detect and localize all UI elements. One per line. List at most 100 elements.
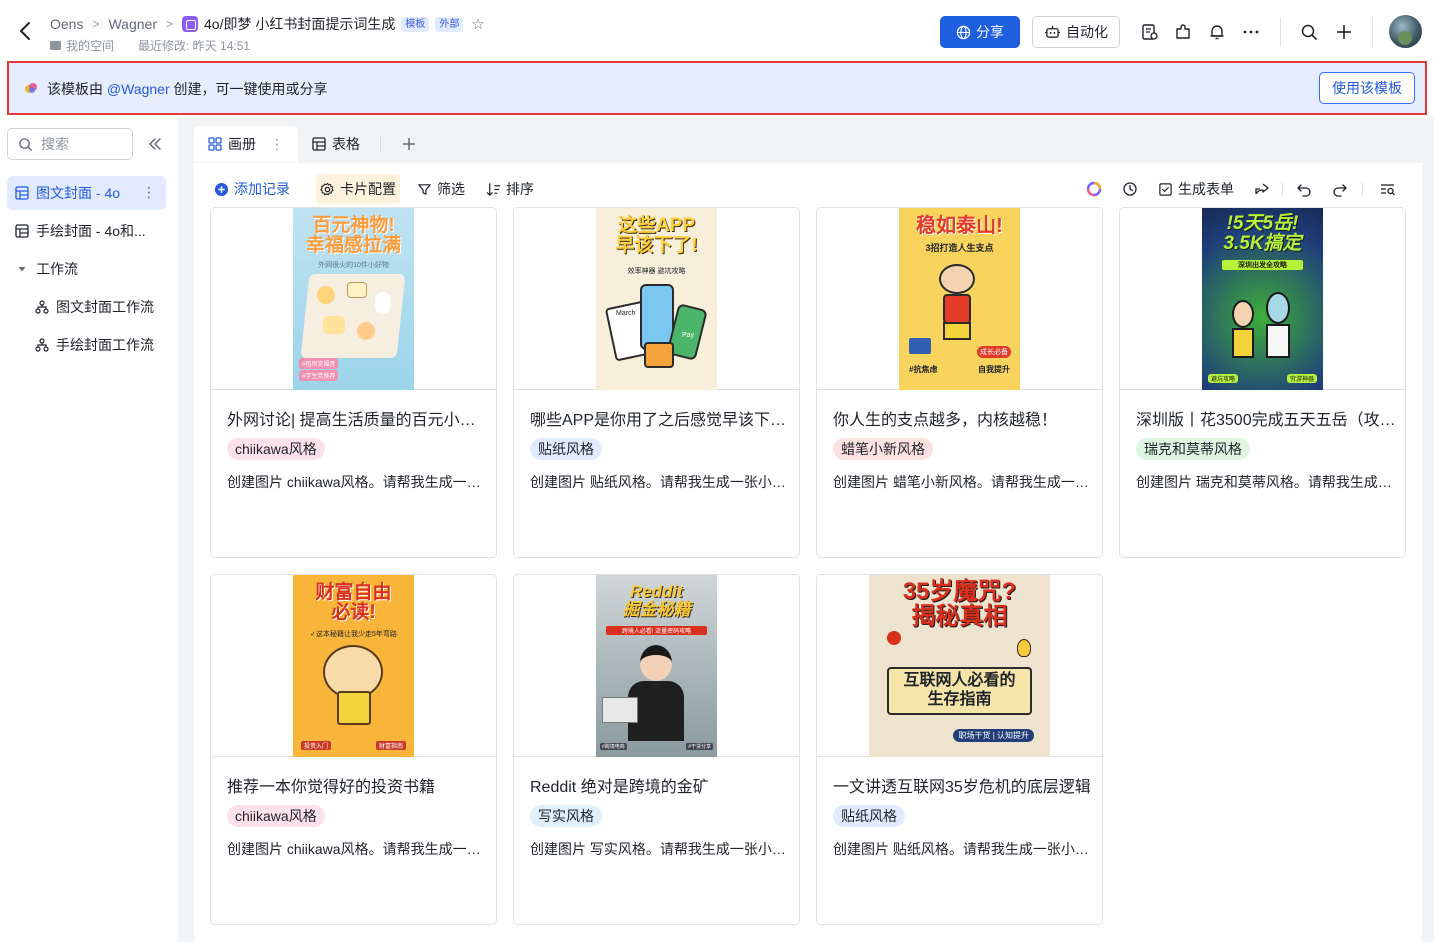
cover-image: 这些APP 早该下了! 效率神器 避坑攻略 March Pay <box>596 208 717 390</box>
folder-icon <box>50 41 61 50</box>
table-icon <box>15 186 29 200</box>
poster-item <box>1232 328 1254 358</box>
more-icon[interactable] <box>1241 22 1261 42</box>
sidebar-item-workflow-group[interactable]: 工作流 <box>7 252 166 286</box>
poster-item <box>602 697 638 723</box>
add-record-label: 添加记录 <box>234 181 290 197</box>
card-description: 创建图片 写实风格。请帮我生成一张小红书封面图 <box>530 841 788 857</box>
breadcrumb-root[interactable]: Oens <box>50 16 83 32</box>
document-title[interactable]: 4o/即梦 小红书封面提示词生成 <box>204 14 395 34</box>
card-title: Reddit 绝对是跨境的金矿 <box>530 779 709 796</box>
search-icon <box>19 137 32 151</box>
banner-suffix: 创建，可一键使用或分享 <box>169 81 328 97</box>
filter-button[interactable]: 筛选 <box>413 174 469 204</box>
lightbulb-icon <box>1017 639 1031 657</box>
external-badge: 外部 <box>435 16 464 32</box>
sidebar-item-handdrawn-cover[interactable]: 手绘封面 - 4o和... <box>7 214 166 248</box>
gallery-card[interactable]: 百元神物! 幸福感拉满 外网很火的10件小好物 #租房党福音 #学生党推荐 外网… <box>210 207 497 558</box>
add-record-button[interactable]: 添加记录 <box>210 174 294 204</box>
tab-label: 表格 <box>332 136 360 152</box>
poster-tag: March <box>616 310 636 317</box>
poster-title: 这些APP 早该下了! <box>615 215 698 256</box>
back-arrow-icon[interactable] <box>16 20 36 42</box>
poster-tag: 穷游神器 <box>1286 374 1317 383</box>
search-records-icon[interactable] <box>1378 179 1398 199</box>
plus-icon[interactable] <box>1334 22 1354 42</box>
poster-subtitle: 外网很火的10件小好物 <box>318 262 389 269</box>
gallery-panel: 添加记录 卡片配置 筛选 排序 生成表单 百元神物! 幸福感拉满 外网很火的10… <box>194 163 1422 942</box>
card-config-button[interactable]: 卡片配置 <box>316 174 400 204</box>
cover-image: 35岁魔咒? 揭秘真相 互联网人必看的 生存指南 职场干货 | 认知提升 <box>869 575 1050 757</box>
redo-icon[interactable] <box>1330 179 1350 199</box>
filter-label: 筛选 <box>437 181 465 197</box>
table-icon <box>15 224 29 238</box>
tab-table[interactable]: 表格 <box>298 126 374 162</box>
cover-image: Reddit 掘金秘籍 跨境人必看! 流量密码攻略 #跨境电商 #干货分享 <box>596 575 717 757</box>
pushpin-icon <box>887 631 901 645</box>
add-view-plus-icon[interactable] <box>395 130 423 158</box>
sidebar-item-text-cover-workflow[interactable]: 图文封面工作流 <box>7 290 166 324</box>
space-link[interactable]: 我的空间 <box>66 37 114 54</box>
bell-icon[interactable] <box>1207 22 1227 42</box>
tab-gallery[interactable]: 画册 ⋮ <box>194 126 298 162</box>
card-cover: 财富自由 必读! ✓这本秘籍让我少走5年弯路 投资入门 财富指南 <box>211 575 496 757</box>
sidebar-item-cover-4o[interactable]: 图文封面 - 4o ⋮ <box>7 176 166 210</box>
breadcrumb: Oens > Wagner > 4o/即梦 小红书封面提示词生成 模板 外部 ☆ <box>50 14 485 34</box>
gallery-card[interactable]: 财富自由 必读! ✓这本秘籍让我少走5年弯路 投资入门 财富指南 推荐一本你觉得… <box>210 574 497 925</box>
style-tag: 贴纸风格 <box>530 438 602 460</box>
more-vertical-icon[interactable]: ⋮ <box>142 184 156 201</box>
poster-illustration <box>1232 300 1254 328</box>
doc-info-icon[interactable] <box>1140 22 1160 42</box>
sidebar-item-label: 图文封面工作流 <box>56 299 154 315</box>
sort-button[interactable]: 排序 <box>482 174 538 204</box>
automation-button[interactable]: 自动化 <box>1032 16 1120 48</box>
undo-icon[interactable] <box>1294 179 1314 199</box>
template-banner: 该模板由 @Wagner 创建，可一键使用或分享 使用该模板 <box>7 61 1427 115</box>
sidebar-item-label: 手绘封面工作流 <box>56 337 154 353</box>
avatar[interactable] <box>1389 15 1422 48</box>
sidebar-item-handdrawn-workflow[interactable]: 手绘封面工作流 <box>7 328 166 362</box>
cover-image: !5天5岳! 3.5K搞定 深圳出发全攻略 避坑攻略 穷游神器 <box>1202 208 1323 390</box>
gallery-card[interactable]: 这些APP 早该下了! 效率神器 避坑攻略 March Pay 哪些APP是你用… <box>513 207 800 558</box>
search-placeholder: 搜索 <box>41 136 69 152</box>
base-doc-icon <box>182 16 199 32</box>
sidebar-item-label: 手绘封面 - 4o和... <box>36 223 146 239</box>
collapse-sidebar-icon[interactable] <box>146 135 164 153</box>
generate-form-button[interactable]: 生成表单 <box>1154 174 1238 204</box>
poster-tag: #租房党福音 <box>299 358 339 369</box>
search-icon[interactable] <box>1299 22 1319 42</box>
star-icon[interactable]: ☆ <box>471 15 484 33</box>
poster-item <box>323 316 345 334</box>
card-cover: !5天5岳! 3.5K搞定 深圳出发全攻略 避坑攻略 穷游神器 <box>1120 208 1405 390</box>
template-logo-icon <box>25 83 37 93</box>
ai-assistant-icon[interactable] <box>1084 179 1104 199</box>
style-tag: 瑞克和莫蒂风格 <box>1136 438 1250 460</box>
share-button[interactable]: 分享 <box>940 16 1020 48</box>
use-template-button[interactable]: 使用该模板 <box>1319 72 1415 104</box>
sort-icon <box>486 182 501 196</box>
gallery-card[interactable]: 稳如泰山! 3招打造人生支点 成长必备 #抗焦虑 自我提升 你人生的支点越多，内… <box>816 207 1103 558</box>
sidebar: 搜索 图文封面 - 4o ⋮ 手绘封面 - 4o和... 工作流 图文封面工作流… <box>0 118 178 942</box>
card-title: 推荐一本你觉得好的投资书籍 <box>227 779 436 796</box>
gallery-card[interactable]: !5天5岳! 3.5K搞定 深圳出发全攻略 避坑攻略 穷游神器 深圳版丨花350… <box>1119 207 1406 558</box>
generate-form-label: 生成表单 <box>1178 181 1234 197</box>
poster-tag: #跨境电商 <box>600 743 627 750</box>
author-mention[interactable]: @Wagner <box>107 81 170 97</box>
sort-label: 排序 <box>506 181 534 197</box>
card-description: 创建图片 chiikawa风格。请帮我生成一张小红书封面图 <box>227 841 485 857</box>
gallery-card[interactable]: Reddit 掘金秘籍 跨境人必看! 流量密码攻略 #跨境电商 #干货分享 Re… <box>513 574 800 925</box>
poster-title: 稳如泰山! <box>916 215 1003 237</box>
plugin-icon[interactable] <box>1173 22 1193 42</box>
poster-item <box>375 292 391 314</box>
card-cover: 35岁魔咒? 揭秘真相 互联网人必看的 生存指南 职场干货 | 认知提升 <box>817 575 1102 757</box>
more-vertical-icon[interactable]: ⋮ <box>270 136 284 153</box>
caret-down-icon[interactable] <box>15 262 29 276</box>
search-input[interactable]: 搜索 <box>7 128 133 160</box>
card-cover: 稳如泰山! 3招打造人生支点 成长必备 #抗焦虑 自我提升 <box>817 208 1102 390</box>
breadcrumb-owner[interactable]: Wagner <box>108 16 157 32</box>
divider <box>1282 182 1283 196</box>
share-view-icon[interactable] <box>1252 179 1272 199</box>
gallery-card[interactable]: 35岁魔咒? 揭秘真相 互联网人必看的 生存指南 职场干货 | 认知提升 一文讲… <box>816 574 1103 925</box>
style-tag: chiikawa风格 <box>227 438 325 460</box>
history-icon[interactable] <box>1120 179 1140 199</box>
